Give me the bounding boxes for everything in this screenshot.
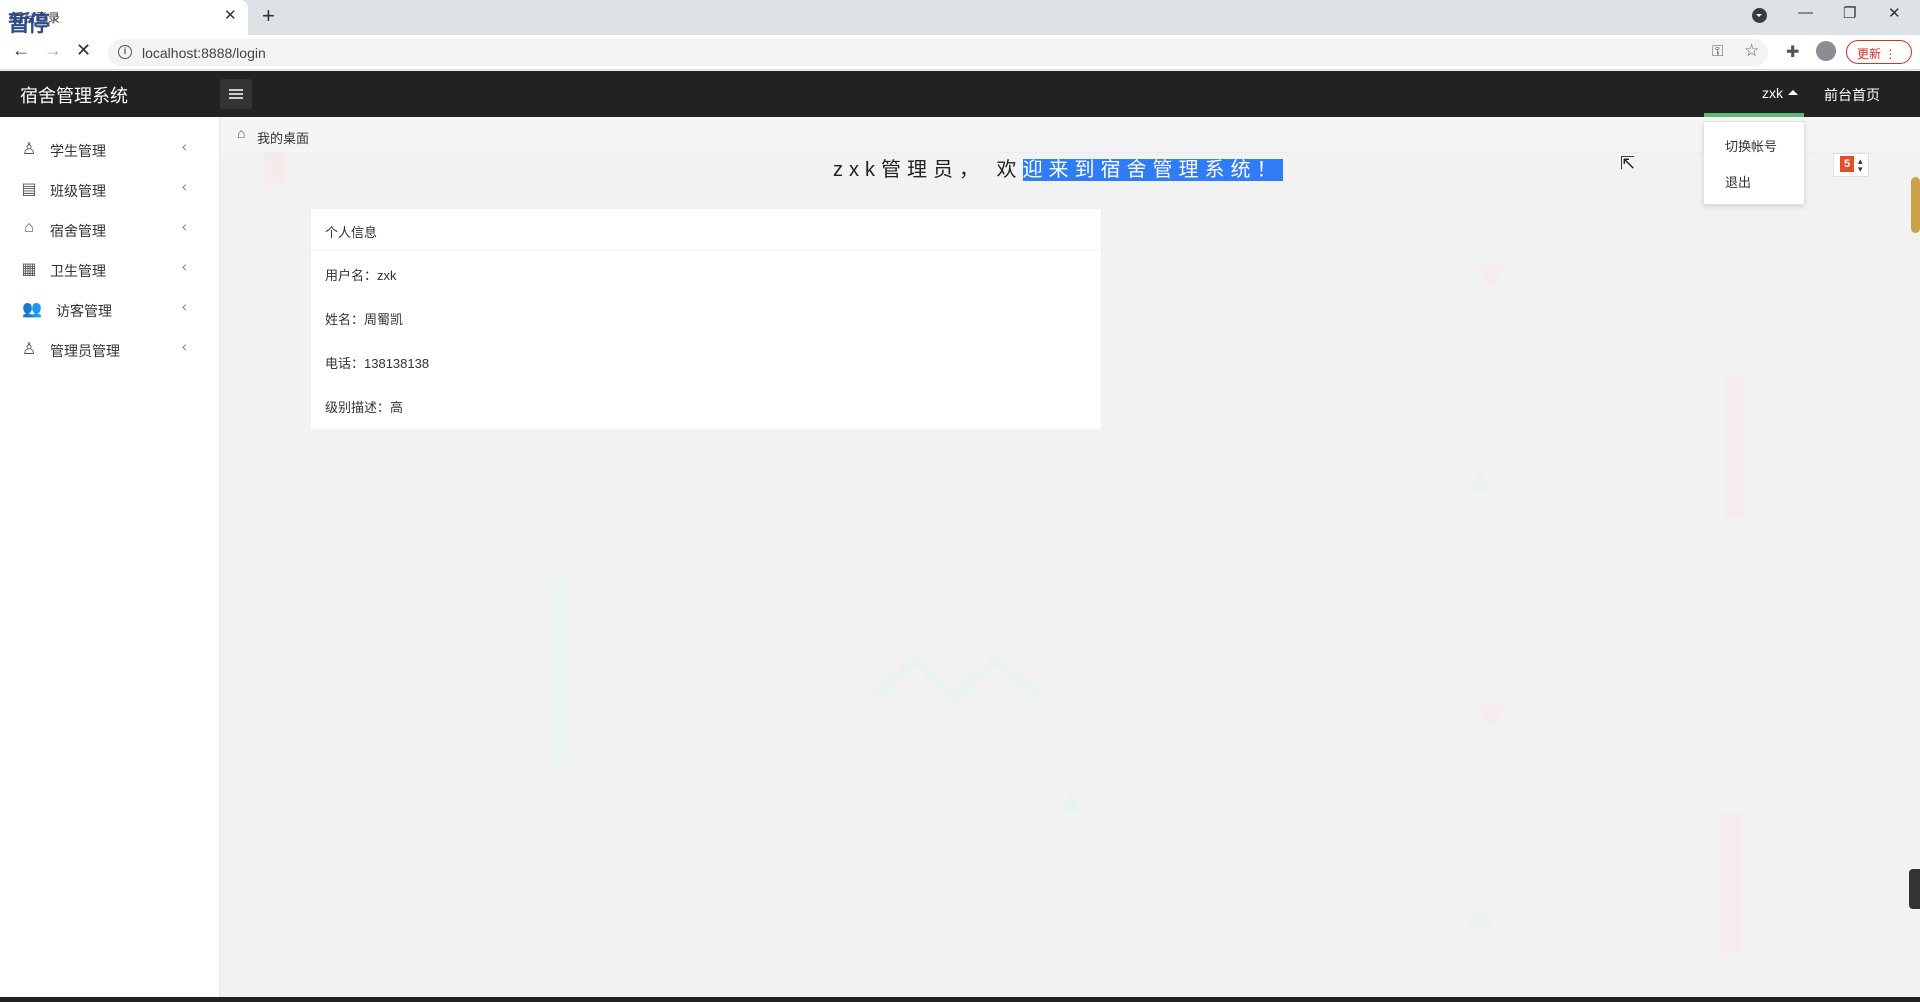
- user-dropdown-menu: 切换帐号 退出: [1703, 121, 1805, 205]
- bottom-edge: [0, 997, 1920, 1002]
- sidebar: ♙ 学生管理 ‹ ▤ 班级管理 ‹ ⌂ 宿舍管理 ‹ ▦ 卫生管理 ‹ 👥 访客…: [0, 117, 220, 997]
- pause-overlay-label: 暂停: [8, 11, 50, 36]
- decor-triangle: [1467, 471, 1493, 493]
- menu-icon-bar: [229, 93, 243, 95]
- sidebar-item-label: 班级管理: [50, 183, 106, 199]
- profile-card: 个人信息 用户名：zxk 姓名：周蜀凯 电话：138138138 级别描述：高: [311, 209, 1101, 429]
- tab-search-icon[interactable]: [1752, 8, 1767, 23]
- reload-icon[interactable]: ✕: [76, 40, 91, 61]
- browser-tab-strip: 后台登录 暂停 ✕ + — ❐ ✕: [0, 0, 1920, 36]
- close-window-icon[interactable]: ✕: [1888, 4, 1901, 22]
- caret-up-icon: [1788, 85, 1798, 95]
- sidebar-item-label: 学生管理: [50, 143, 106, 159]
- html5-plugin-widget[interactable]: 5 ▴ ▾: [1833, 153, 1869, 177]
- decor-bar: [1721, 813, 1741, 953]
- sidebar-item-admins[interactable]: ♙ 管理员管理 ‹: [0, 329, 220, 369]
- tab-close-icon[interactable]: ✕: [224, 6, 237, 24]
- chevron-left-icon: ‹: [182, 218, 187, 234]
- menu-icon-bar: [229, 97, 243, 99]
- sidebar-item-dorms[interactable]: ⌂ 宿舍管理 ‹: [0, 209, 220, 249]
- password-key-icon[interactable]: ⚿: [1712, 43, 1723, 60]
- sidebar-item-label: 卫生管理: [50, 263, 106, 279]
- update-button[interactable]: 更新 ⋮: [1846, 40, 1912, 64]
- back-icon[interactable]: ←: [12, 40, 30, 61]
- html5-icon: 5: [1840, 156, 1854, 172]
- scrollbar-thumb[interactable]: [1911, 177, 1920, 233]
- app-header: 宿舍管理系统 zxk 前台首页: [0, 71, 1920, 117]
- decor-bar: [1725, 377, 1745, 517]
- user-menu[interactable]: zxk: [1762, 85, 1798, 101]
- omnibox[interactable]: i localhost:8888/login ⚿ ☆: [108, 39, 1768, 66]
- extensions-icon[interactable]: ✚: [1786, 42, 1799, 62]
- decor-triangle: [1477, 265, 1505, 289]
- sidebar-item-students[interactable]: ♙ 学生管理 ‹: [0, 129, 220, 169]
- card-title: 个人信息: [325, 225, 378, 240]
- sidebar-item-visitors[interactable]: 👥 访客管理 ‹: [0, 289, 220, 329]
- breadcrumb-label[interactable]: 我的桌面: [257, 128, 309, 147]
- switch-account-item[interactable]: 切换帐号: [1725, 136, 1777, 155]
- decor-triangle: [1057, 791, 1083, 813]
- bookmark-star-icon[interactable]: ☆: [1744, 41, 1759, 61]
- decor-triangle: [1477, 705, 1505, 729]
- app-title: 宿舍管理系统: [20, 86, 128, 106]
- welcome-banner: zxk管理员， 欢迎来到宿舍管理系统！: [833, 153, 1283, 181]
- minimize-icon[interactable]: —: [1798, 4, 1813, 21]
- home-icon[interactable]: ⌂: [237, 125, 245, 141]
- info-name: 姓名：周蜀凯: [325, 312, 404, 327]
- mouse-cursor-icon: ⇱: [1620, 153, 1636, 173]
- welcome-text: zxk管理员， 欢: [833, 159, 1023, 181]
- logout-item[interactable]: 退出: [1725, 172, 1751, 191]
- chevron-left-icon: ‹: [182, 258, 187, 274]
- visitors-icon: 👥: [22, 301, 42, 318]
- frontend-home-link[interactable]: 前台首页: [1824, 85, 1880, 105]
- caret-updown-icon: ▴ ▾: [1858, 156, 1863, 174]
- decor-shape: [265, 153, 285, 183]
- class-icon: ▤: [21, 181, 37, 198]
- sidebar-item-label: 访客管理: [56, 303, 112, 319]
- chevron-left-icon: ‹: [182, 138, 187, 154]
- hygiene-icon: ▦: [21, 261, 37, 278]
- address-bar-row: ← → ✕ i localhost:8888/login ⚿ ☆ ✚ 更新 ⋮: [0, 35, 1920, 70]
- info-username: 用户名：zxk: [325, 268, 397, 283]
- breadcrumb: ⌂ 我的桌面: [221, 117, 1920, 153]
- forward-icon[interactable]: →: [44, 40, 62, 61]
- site-info-icon[interactable]: i: [118, 45, 132, 59]
- restore-icon[interactable]: ❐: [1843, 4, 1856, 22]
- info-phone: 电话：138138138: [325, 356, 430, 371]
- username-label: zxk: [1762, 85, 1783, 101]
- menu-toggle-button[interactable]: [220, 79, 252, 109]
- update-label: 更新: [1857, 47, 1882, 61]
- sidebar-item-label: 宿舍管理: [50, 223, 106, 239]
- decor-triangle: [1467, 906, 1493, 928]
- decor-zigzag: [871, 653, 1045, 704]
- welcome-text-selected: 迎来到宿舍管理系统！: [1022, 159, 1283, 181]
- admin-icon: ♙: [21, 341, 37, 358]
- chevron-left-icon: ‹: [182, 178, 187, 194]
- card-header: 个人信息: [311, 209, 1101, 251]
- new-tab-icon[interactable]: +: [262, 3, 275, 29]
- profile-avatar-icon[interactable]: [1816, 41, 1836, 61]
- sidebar-item-classes[interactable]: ▤ 班级管理 ‹: [0, 169, 220, 209]
- main-content: ⌂ 我的桌面 zxk管理员， 欢迎来到宿舍管理系统！ 5 ▴ ▾ 个人信息 用户名…: [221, 117, 1920, 997]
- decor-bar: [549, 575, 567, 765]
- user-icon: ♙: [21, 141, 37, 158]
- sidebar-item-hygiene[interactable]: ▦ 卫生管理 ‹: [0, 249, 220, 289]
- sidebar-item-label: 管理员管理: [50, 343, 120, 359]
- menu-icon-bar: [229, 89, 243, 91]
- url-text[interactable]: localhost:8888/login: [142, 45, 266, 61]
- info-level: 级别描述：高: [325, 400, 404, 415]
- side-panel-handle[interactable]: [1909, 869, 1920, 909]
- dorm-icon: ⌂: [24, 219, 34, 236]
- chevron-left-icon: ‹: [182, 298, 187, 314]
- chevron-left-icon: ‹: [182, 338, 187, 354]
- browser-tab[interactable]: 后台登录 暂停 ✕: [0, 0, 248, 36]
